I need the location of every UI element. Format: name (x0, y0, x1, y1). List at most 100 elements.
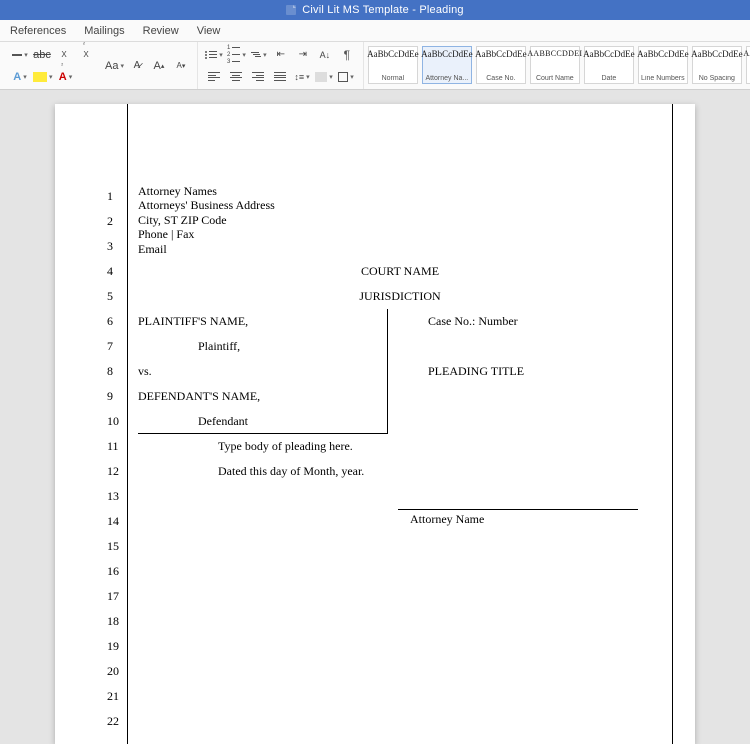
style-item-date[interactable]: AaBbCcDdEe Date (584, 46, 634, 84)
line-number: 3 (107, 234, 119, 259)
line-number: 11 (107, 434, 119, 459)
court-name[interactable]: COURT NAME (138, 259, 662, 284)
align-right-button[interactable] (248, 67, 268, 87)
line-number: 19 (107, 634, 119, 659)
tab-mailings[interactable]: Mailings (84, 25, 124, 37)
style-preview: AABBCCDDEI (743, 49, 750, 58)
style-item-line-numbers[interactable]: AaBbCcDdEe Line Numbers (638, 46, 688, 84)
style-label: Attorney Na... (424, 75, 470, 82)
line-number: 4 (107, 259, 119, 284)
highlight-button[interactable]: ▾ (32, 67, 54, 87)
signature-label: Attorney Name (410, 512, 484, 527)
underline-button[interactable]: ▾ (10, 45, 30, 65)
line-number: 16 (107, 559, 119, 584)
line-number: 17 (107, 584, 119, 609)
style-label: Case No. (478, 75, 524, 82)
line-number: 13 (107, 484, 119, 509)
line-number: 7 (107, 334, 119, 359)
align-center-button[interactable] (226, 67, 246, 87)
style-label: No Spacing (694, 75, 740, 82)
style-item-court-name[interactable]: AABBCCDDEICourt Name (530, 46, 580, 84)
text-effects-button[interactable]: A▾ (10, 67, 30, 87)
right-margin (673, 104, 695, 744)
jurisdiction[interactable]: JURISDICTION (138, 284, 662, 309)
attorney-email[interactable]: Email (138, 242, 662, 256)
plaintiff-role[interactable]: Plaintiff, (138, 334, 388, 359)
style-preview: AaBbCcDdEe (691, 49, 743, 59)
window-title: Civil Lit MS Template - Pleading (302, 4, 464, 16)
font-color-button[interactable]: A▾ (56, 67, 76, 87)
line-number: 21 (107, 684, 119, 709)
tab-references[interactable]: References (10, 25, 66, 37)
style-preview: AaBbCcDdEe (367, 49, 419, 59)
attorney-citystzip[interactable]: City, ST ZIP Code (138, 213, 662, 227)
pleading-title[interactable]: PLEADING TITLE (388, 359, 662, 384)
clear-formatting-button[interactable]: A̷ (127, 56, 147, 76)
sort-button[interactable]: A↓ (315, 45, 335, 65)
subscript-button[interactable]: X₂ (54, 45, 74, 65)
superscript-button[interactable]: X² (76, 45, 96, 65)
line-number: 5 (107, 284, 119, 309)
borders-button[interactable]: ▾ (336, 67, 356, 87)
multilevel-list-button[interactable]: ▾ (249, 45, 269, 65)
style-preview: AaBbCcDdEe (583, 49, 635, 59)
line-number: 15 (107, 534, 119, 559)
bullets-button[interactable]: ▾ (204, 45, 224, 65)
numbering-button[interactable]: 123▾ (226, 45, 247, 65)
line-number: 2 (107, 209, 119, 234)
tab-view[interactable]: View (197, 25, 221, 37)
paragraph-group: ▾ 123▾ ▾ ⇤ ⇥ A↓ ¶ ↕≡▾ ▾ ▾ (198, 42, 364, 89)
style-preview: AaBbCcDdEe (637, 49, 689, 59)
font-size-down-button[interactable]: A▾ (171, 56, 191, 76)
defendant-role[interactable]: Defendant (138, 409, 388, 434)
align-left-button[interactable] (204, 67, 224, 87)
pleading-paper: 12345678910111213141516171819202122 Atto… (55, 104, 695, 744)
styles-gallery: AaBbCcDdEe Normal AaBbCcDdEe Attorney Na...… (364, 42, 750, 89)
line-number: 18 (107, 609, 119, 634)
font-size-up-button[interactable]: A▴ (149, 56, 169, 76)
style-preview: AABBCCDDEI (527, 49, 582, 58)
style-item-normal[interactable]: AaBbCcDdEe Normal (368, 46, 418, 84)
line-number: 10 (107, 409, 119, 434)
line-number: 12 (107, 459, 119, 484)
shading-button[interactable]: ▾ (314, 67, 334, 87)
font-group: ▾ abc X₂ X² A▾ ▾ A▾ Aa▾ A̷ A▴ A▾ (4, 42, 198, 89)
document-canvas[interactable]: 12345678910111213141516171819202122 Atto… (0, 90, 750, 744)
vs-label[interactable]: vs. (138, 359, 388, 384)
show-marks-button[interactable]: ¶ (337, 45, 357, 65)
line-spacing-button[interactable]: ↕≡▾ (292, 67, 312, 87)
increase-indent-button[interactable]: ⇥ (293, 45, 313, 65)
plaintiff-name[interactable]: PLAINTIFF'S NAME, (138, 309, 388, 334)
strikethrough-button[interactable]: abc (32, 45, 52, 65)
style-label: Line Numbers (640, 75, 686, 82)
line-number: 6 (107, 309, 119, 334)
attorney-phonefax[interactable]: Phone | Fax (138, 227, 662, 241)
line-number: 14 (107, 509, 119, 534)
change-case-button[interactable]: Aa▾ (104, 56, 125, 76)
style-preview: AaBbCcDdEe (421, 49, 473, 59)
line-number: 9 (107, 384, 119, 409)
defendant-name[interactable]: DEFENDANT'S NAME, (138, 384, 388, 409)
body-text[interactable]: Type body of pleading here. (138, 434, 662, 459)
line-number-column: 12345678910111213141516171819202122 (55, 104, 127, 744)
case-number[interactable]: Case No.: Number (388, 309, 662, 334)
attorney-names[interactable]: Attorney Names (138, 184, 662, 198)
tab-review[interactable]: Review (143, 25, 179, 37)
style-item-parties[interactable]: AABBCCDDEIParties (746, 46, 750, 84)
ribbon-tabs: References Mailings Review View (0, 20, 750, 42)
content-column[interactable]: Attorney Names Attorneys' Business Addre… (127, 104, 673, 744)
line-number: 8 (107, 359, 119, 384)
style-item-no-spacing[interactable]: AaBbCcDdEe No Spacing (692, 46, 742, 84)
style-label: Normal (370, 75, 416, 82)
style-preview: AaBbCcDdEe (475, 49, 527, 59)
decrease-indent-button[interactable]: ⇤ (271, 45, 291, 65)
style-item-case-no-[interactable]: AaBbCcDdEe Case No. (476, 46, 526, 84)
style-item-attorney-na-[interactable]: AaBbCcDdEe Attorney Na... (422, 46, 472, 84)
dated-line[interactable]: Dated this day of Month, year. (138, 459, 662, 484)
style-label: Date (586, 75, 632, 82)
signature-line[interactable]: Attorney Name (398, 509, 638, 529)
attorney-address[interactable]: Attorneys' Business Address (138, 198, 662, 212)
page[interactable]: 12345678910111213141516171819202122 Atto… (55, 104, 695, 744)
justify-button[interactable] (270, 67, 290, 87)
title-bar: Civil Lit MS Template - Pleading (0, 0, 750, 20)
